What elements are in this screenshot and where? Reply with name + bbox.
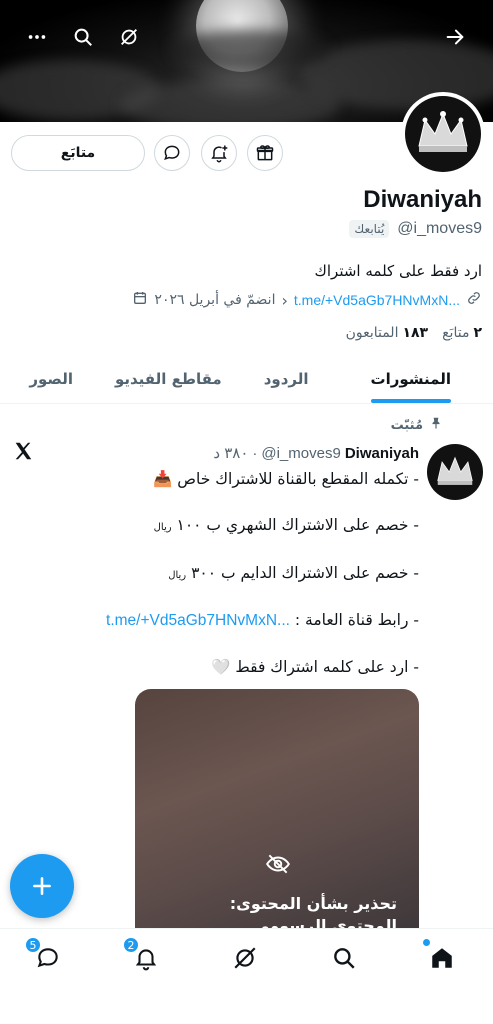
search-icon — [334, 948, 355, 969]
tab-videos[interactable]: مقاطع الفيديو — [103, 356, 234, 402]
inbox-tray-emoji: 📥 — [153, 470, 173, 488]
nav-grok[interactable] — [230, 943, 260, 973]
calendar-icon — [132, 290, 148, 310]
eye-hidden-icon — [265, 851, 291, 877]
home-icon — [432, 948, 452, 968]
handle-row: @i_moves9 يُتابعك — [349, 220, 482, 238]
post-line-2: - خصم على الاشتراك الشهري ب ١٠٠ ريال — [153, 516, 419, 534]
nav-search[interactable] — [329, 943, 359, 973]
profile-handle: @i_moves9 — [397, 220, 482, 237]
profile-bio: ارد فقط على كلمه اشتراك — [314, 262, 482, 280]
post-line-4: - رابط قناة العامة : t.me/+Vd5aGb7HNvMxN… — [106, 611, 419, 629]
link-icon — [466, 290, 482, 310]
search-icon[interactable] — [66, 20, 100, 54]
following-button[interactable]: متابَع — [11, 135, 145, 171]
post-line-1: - تكمله المقطع بالقناة للاشتراك خاص 📥 — [153, 470, 419, 488]
tab-replies[interactable]: الردود — [252, 356, 321, 402]
post-time: ٣٨٠ د — [213, 445, 249, 462]
pinned-label: مُثبّت — [391, 416, 443, 434]
more-options-icon[interactable] — [20, 20, 54, 54]
post-line-3: - خصم على الاشتراك الدايم ب ٣٠٠ ريال — [168, 564, 419, 582]
grok-icon[interactable] — [112, 20, 146, 54]
nav-home[interactable] — [423, 939, 457, 973]
profile-display-name: Diwaniyah — [363, 186, 482, 213]
tab-posts[interactable]: المنشورات — [359, 356, 463, 403]
profile-avatar[interactable] — [401, 92, 485, 176]
crown-icon — [418, 111, 468, 152]
pin-icon — [429, 416, 443, 434]
post-link[interactable]: t.me/+Vd5aGb7HNvMxN... — [106, 612, 290, 629]
tab-photos[interactable]: الصور — [17, 356, 85, 402]
profile-stats: ٢متابَع ١٨٣المتابعون — [346, 325, 482, 341]
post-author-handle[interactable]: @i_moves9 — [261, 445, 340, 462]
post-author-avatar[interactable] — [427, 444, 483, 500]
chevron-left-icon: ‹ — [281, 290, 288, 310]
compose-post-button[interactable] — [10, 854, 74, 918]
followers-stat[interactable]: ١٨٣المتابعون — [346, 325, 429, 341]
home-unread-dot — [423, 939, 430, 946]
post-line-5: - ارد على كلمه اشتراك فقط 🤍 — [211, 658, 419, 676]
plus-icon — [33, 877, 51, 895]
grok-icon — [234, 947, 256, 969]
post-header: Diwaniyah @i_moves9 · ٣٨٠ د — [213, 444, 419, 463]
nav-messages[interactable]: 5 — [25, 937, 63, 973]
back-arrow-icon[interactable] — [438, 20, 472, 54]
following-stat[interactable]: ٢متابَع — [442, 325, 482, 341]
nav-notifications[interactable]: 2 — [123, 937, 161, 973]
bottom-navigation: 5 2 — [0, 928, 493, 1024]
joined-date: انضمّ في أبريل ٢٠٢٦ — [154, 292, 276, 308]
follows-you-badge: يُتابعك — [349, 220, 390, 238]
gift-icon[interactable] — [247, 135, 283, 171]
message-icon[interactable] — [154, 135, 190, 171]
post-media-sensitive[interactable]: تحذير بشأن المحتوى: المحتوى الرسومي — [135, 689, 419, 949]
white-heart-emoji: 🤍 — [211, 658, 231, 676]
post-author-name[interactable]: Diwaniyah — [345, 445, 419, 462]
crown-icon — [437, 456, 473, 485]
x-logo-icon — [12, 440, 34, 462]
profile-link[interactable]: t.me/+Vd5aGb7HNvMxN... — [294, 292, 460, 308]
messages-badge: 5 — [25, 937, 41, 953]
notifications-badge: 2 — [123, 937, 139, 953]
profile-meta: t.me/+Vd5aGb7HNvMxN... ‹ انضمّ في أبريل … — [132, 290, 482, 310]
profile-tabs: المنشورات الردود مقاطع الفيديو الصور — [0, 356, 493, 404]
notification-bell-add-icon[interactable] — [201, 135, 237, 171]
